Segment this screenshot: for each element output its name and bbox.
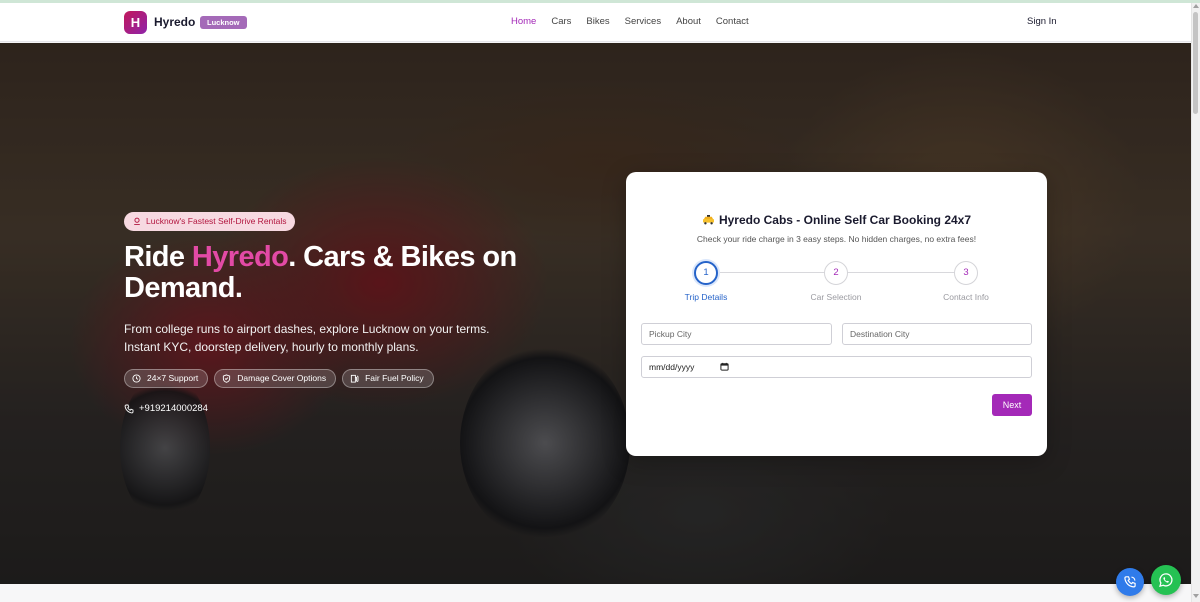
logo-icon[interactable]: H — [124, 11, 147, 34]
site-header: H Hyredo Lucknow Home Cars Bikes Service… — [0, 3, 1191, 42]
taxi-icon — [702, 215, 714, 225]
calendar-icon[interactable] — [720, 362, 729, 371]
headline-prefix: Ride — [124, 241, 192, 273]
booking-card: Hyredo Cabs - Online Self Car Booking 24… — [626, 172, 1047, 456]
pill-fuel-policy: Fair Fuel Policy — [342, 369, 434, 388]
pill-damage-cover: Damage Cover Options — [214, 369, 337, 388]
pill-support-text: 24×7 Support — [147, 373, 199, 383]
booking-title-text: Hyredo Cabs - Online Self Car Booking 24… — [718, 213, 972, 227]
fuel-icon — [351, 374, 359, 383]
hero-subtitle: From college runs to airport dashes, exp… — [124, 320, 524, 356]
step-2-label: Car Selection — [810, 292, 862, 302]
location-pin-icon — [134, 217, 140, 225]
scroll-down-arrow-icon[interactable] — [1193, 594, 1199, 598]
main-nav: Home Cars Bikes Services About Contact — [511, 16, 764, 27]
nav-bikes[interactable]: Bikes — [586, 16, 609, 27]
step-3-label: Contact Info — [943, 292, 989, 302]
pill-support: 24×7 Support — [124, 369, 209, 388]
hero-tag-text: Lucknow's Fastest Self-Drive Rentals — [146, 216, 287, 226]
nav-contact[interactable]: Contact — [716, 16, 749, 27]
hero-headline: Ride Hyredo. Cars & Bikes on Demand. — [124, 242, 564, 304]
hero-phone-link[interactable]: +919214000284 — [124, 403, 208, 414]
nav-about[interactable]: About — [676, 16, 701, 27]
pill-fuel-policy-text: Fair Fuel Policy — [365, 373, 424, 383]
step-2-circle[interactable]: 2 — [824, 261, 848, 285]
hero-subtitle-line2: Instant KYC, doorstep delivery, hourly t… — [124, 340, 419, 354]
destination-city-input[interactable]: Destination City — [842, 323, 1032, 345]
booking-subtitle: Check your ride charge in 3 easy steps. … — [696, 234, 977, 244]
next-button[interactable]: Next — [992, 394, 1032, 416]
scroll-up-arrow-icon[interactable] — [1193, 4, 1199, 8]
nav-cars[interactable]: Cars — [551, 16, 571, 27]
headline-accent: Hyredo — [191, 241, 289, 273]
below-hero-section — [0, 584, 1191, 602]
nav-services[interactable]: Services — [625, 16, 661, 27]
hero-phone-number: +919214000284 — [139, 403, 208, 414]
pill-damage-cover-text: Damage Cover Options — [237, 373, 327, 383]
sign-in-link[interactable]: Sign In — [1027, 16, 1057, 27]
brand-name[interactable]: Hyredo — [154, 15, 195, 29]
nav-home[interactable]: Home — [511, 16, 536, 27]
whatsapp-icon — [1159, 573, 1173, 588]
pickup-city-input[interactable]: Pickup City — [641, 323, 832, 345]
scrollbar-thumb[interactable] — [1193, 12, 1198, 114]
step-1-label: Trip Details — [684, 292, 728, 302]
city-badge: Lucknow — [200, 16, 247, 29]
feature-pills: 24×7 Support Damage Cover Options Fair F… — [124, 369, 434, 388]
trip-date-value: mm/dd/yyyy — [649, 362, 695, 372]
phone-icon — [124, 404, 134, 414]
step-3-circle[interactable]: 3 — [954, 261, 978, 285]
clock-icon — [132, 374, 141, 383]
shield-icon — [223, 374, 231, 383]
hero-tag: Lucknow's Fastest Self-Drive Rentals — [124, 212, 295, 231]
booking-title: Hyredo Cabs - Online Self Car Booking 24… — [626, 213, 1047, 227]
call-button[interactable] — [1116, 568, 1144, 596]
step-1-circle[interactable]: 1 — [694, 261, 718, 285]
whatsapp-button[interactable] — [1151, 565, 1181, 595]
hero-subtitle-line1: From college runs to airport dashes, exp… — [124, 322, 490, 336]
trip-date-input[interactable]: mm/dd/yyyy — [641, 356, 1032, 378]
phone-call-icon — [1124, 576, 1136, 588]
